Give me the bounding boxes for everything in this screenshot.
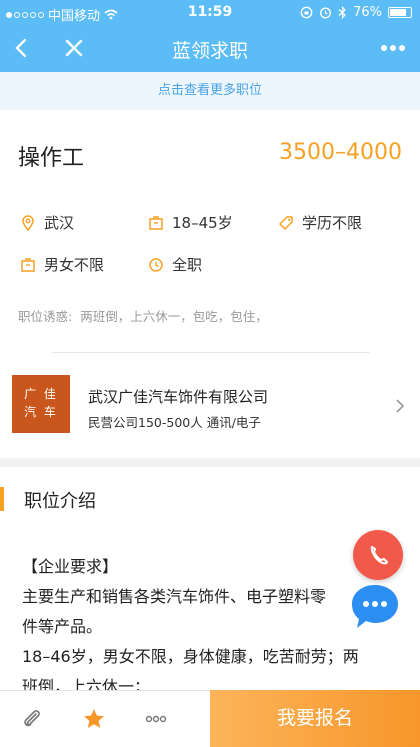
description-line: 主要生产和销售各类汽车饰件、电子塑料零 [22,587,327,606]
apply-button[interactable]: 我要报名 [210,690,420,747]
attr-text: 全职 [172,256,203,274]
section-title: 职位介绍 [24,491,96,512]
call-button[interactable] [353,530,403,580]
more-icon[interactable] [144,707,168,731]
logo-text: 广 佳 [24,387,58,401]
briefcase-icon [21,257,35,272]
divider [52,352,370,353]
description-line: 18–46岁，男女不限，身体健康，吃苦耐劳；两 [22,647,359,666]
bluetooth-icon [338,6,346,19]
attachment-icon[interactable] [20,707,44,731]
chevron-right-icon[interactable] [394,398,406,414]
chat-button[interactable] [348,582,402,632]
description-line: 件等产品。 [22,617,103,636]
company-meta: 民营公司150-500人 通讯/电子 [88,415,261,430]
battery-icon [388,7,412,18]
battery-percent: 76% [353,5,382,20]
page-title: 蓝领求职 [171,40,248,62]
company-logo: 广 佳 汽 车 [12,375,70,433]
tag-icon [279,215,293,230]
salary: 3500–4000 [279,140,402,165]
more-icon[interactable] [376,37,410,59]
status-right: 76% [300,5,412,20]
job-description: 【企业要求】 主要生产和销售各类汽车饰件、电子塑料零 件等产品。 18–46岁，… [22,552,402,702]
star-icon[interactable] [82,707,106,731]
alarm-icon [320,7,332,19]
attr-location: 武汉 [20,212,74,233]
attr-text: 学历不限 [302,214,363,232]
perks-text: 两班倒，上六休一，包吃，包住， [80,309,268,324]
section-accent [0,487,4,511]
phone-icon [370,546,388,565]
nav-bar: 蓝领求职 [0,26,420,72]
perks-label: 职位诱惑: [18,309,73,324]
attr-age: 18–45岁 [148,212,233,233]
attr-text: 武汉 [44,214,75,232]
briefcase-icon [149,215,163,230]
status-bar: 中国移动 11:59 76% [0,0,420,26]
attr-worktype: 全职 [148,254,202,275]
section-gap [0,458,420,467]
logo-text: 汽 车 [24,405,58,419]
more-jobs-link[interactable]: 点击查看更多职位 [0,72,420,110]
company-name[interactable]: 武汉广佳汽车饰件有限公司 [88,386,268,407]
attr-gender: 男女不限 [20,254,104,275]
attr-text: 男女不限 [44,256,105,274]
lock-rotation-icon [300,6,313,19]
description-line: 【企业要求】 [22,557,119,576]
attr-education: 学历不限 [278,212,362,233]
attr-text: 18–45岁 [172,214,233,232]
job-perks: 职位诱惑: 两班倒，上六休一，包吃，包住， [18,306,268,325]
job-title: 操作工 [18,146,85,171]
clock-icon [149,257,163,272]
location-icon [22,214,34,231]
